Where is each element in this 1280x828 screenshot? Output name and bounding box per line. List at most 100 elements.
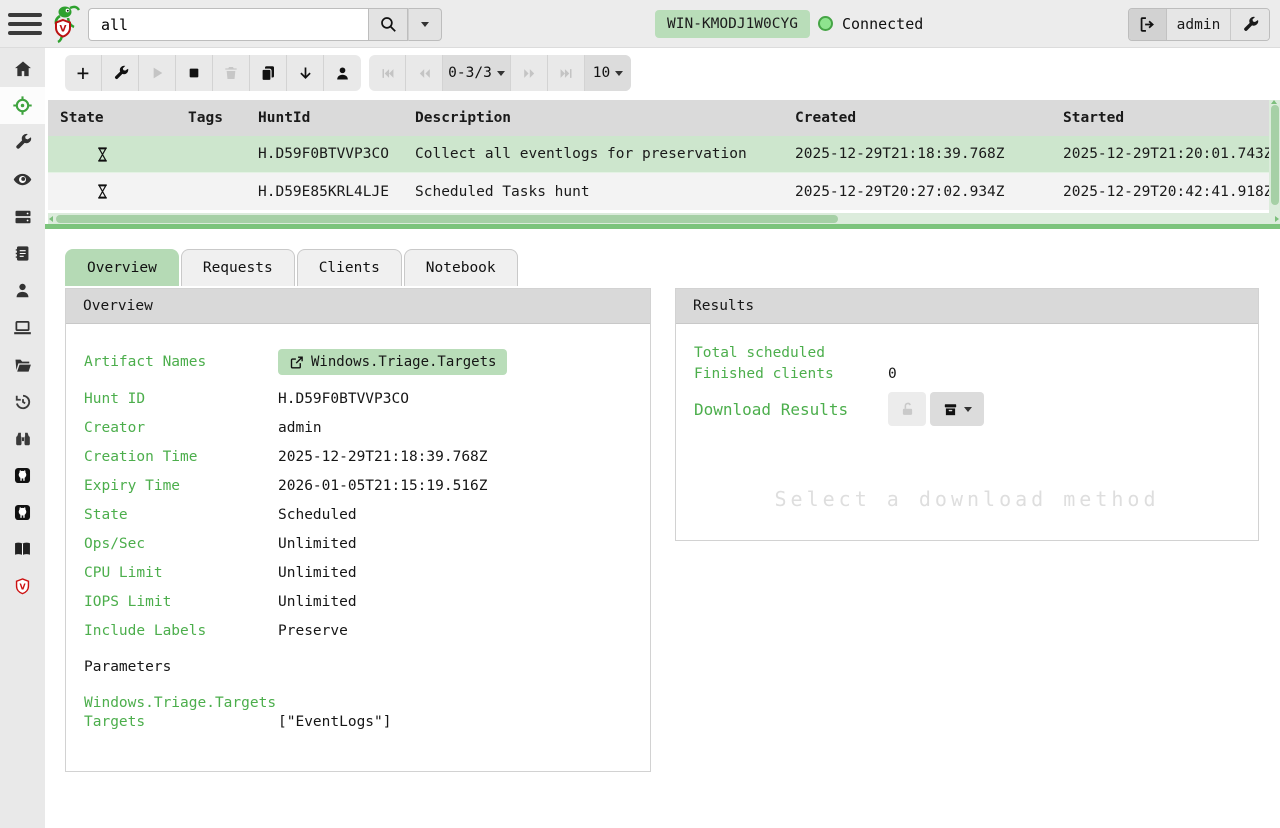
next-page-icon	[522, 66, 537, 81]
col-header-description[interactable]: Description	[403, 110, 783, 126]
cell-started: 2025-12-29T20:42:41.918Z	[1051, 184, 1269, 200]
run-hunt-button[interactable]	[139, 55, 176, 91]
caret-down-icon	[421, 22, 429, 27]
finished-clients-value: 0	[888, 366, 1240, 382]
search-button[interactable]	[368, 8, 408, 41]
field-value: Unlimited	[278, 594, 632, 610]
journal-icon	[13, 244, 32, 263]
svg-text:V: V	[19, 582, 26, 591]
table-bottom-divider	[45, 224, 1280, 229]
first-page-button[interactable]	[369, 55, 406, 91]
table-row[interactable]: H.D59F0BTVVP3CO Collect all eventlogs fo…	[48, 136, 1269, 173]
sidebar-item-documentation[interactable]	[0, 531, 45, 568]
sidebar-item-notebooks[interactable]	[0, 235, 45, 272]
caret-down-icon	[497, 71, 505, 76]
eye-icon	[12, 169, 33, 190]
field-value: Preserve	[278, 623, 632, 639]
tab-requests[interactable]: Requests	[181, 249, 295, 286]
download-placeholder-text: Select a download method	[676, 487, 1258, 511]
last-page-button[interactable]	[548, 55, 585, 91]
modify-hunt-button[interactable]	[102, 55, 139, 91]
assign-user-button[interactable]	[324, 55, 361, 91]
hourglass-icon	[94, 146, 111, 163]
table-row[interactable]: H.D59E85KRL4LJE Scheduled Tasks hunt 202…	[48, 173, 1269, 210]
field-value: H.D59F0BTVVP3CO	[278, 391, 632, 407]
password-protect-button[interactable]	[888, 392, 926, 426]
parameters-artifact-name: Windows.Triage.Targets	[84, 695, 632, 711]
tab-notebook[interactable]: Notebook	[404, 249, 518, 286]
sidebar-item-collected-artifacts[interactable]	[0, 346, 45, 383]
table-vertical-scrollbar[interactable]	[1269, 100, 1280, 225]
play-icon	[149, 65, 165, 81]
search-options-button[interactable]	[408, 8, 442, 41]
sidebar-item-server-artifacts[interactable]	[0, 124, 45, 161]
stop-hunt-button[interactable]	[176, 55, 213, 91]
page-range-dropdown[interactable]: 0-3/3	[443, 55, 511, 91]
col-header-tags[interactable]: Tags	[176, 110, 246, 126]
sidebar-item-client-events[interactable]	[0, 383, 45, 420]
hunt-actions-toolbar: +	[65, 55, 361, 91]
sidebar-item-hunt-manager[interactable]	[0, 87, 45, 124]
github-icon	[13, 503, 32, 522]
col-header-state[interactable]: State	[48, 110, 176, 126]
crosshair-icon	[12, 95, 33, 116]
logout-icon	[1138, 15, 1157, 34]
hunt-search-group	[88, 8, 442, 41]
hourglass-icon	[94, 183, 111, 200]
field-value: Scheduled	[278, 507, 632, 523]
top-bar: V WIN-KMODJ1W0CYG Connected admi	[0, 0, 1280, 48]
page-size-dropdown[interactable]: 10	[585, 55, 631, 91]
tab-clients[interactable]: Clients	[297, 249, 402, 286]
user-controls: admin	[1128, 8, 1270, 41]
search-input[interactable]	[88, 8, 368, 41]
user-settings-button[interactable]	[1231, 9, 1269, 40]
hamburger-menu-icon[interactable]	[8, 13, 42, 35]
cell-huntid: H.D59E85KRL4LJE	[246, 184, 403, 200]
sidebar-item-github-repo[interactable]	[0, 457, 45, 494]
plus-icon: +	[77, 61, 90, 85]
last-page-icon	[559, 66, 574, 81]
prev-page-button[interactable]	[406, 55, 443, 91]
sidebar-item-users[interactable]	[0, 272, 45, 309]
delete-hunt-button[interactable]	[213, 55, 250, 91]
sidebar-item-server-events[interactable]	[0, 161, 45, 198]
copy-hunt-button[interactable]	[250, 55, 287, 91]
sidebar-item-home[interactable]	[0, 50, 45, 87]
sidebar-item-github-docs[interactable]	[0, 494, 45, 531]
next-page-button[interactable]	[511, 55, 548, 91]
sidebar-item-clients[interactable]	[0, 309, 45, 346]
username-button[interactable]: admin	[1167, 9, 1231, 40]
unlock-icon	[899, 401, 916, 418]
sidebar-item-search[interactable]	[0, 420, 45, 457]
table-horizontal-scrollbar[interactable]	[48, 213, 1280, 224]
col-header-started[interactable]: Started	[1051, 110, 1269, 126]
external-link-icon	[289, 355, 304, 370]
field-value: admin	[278, 420, 632, 436]
hostname-badge[interactable]: WIN-KMODJ1W0CYG	[655, 10, 810, 38]
col-header-created[interactable]: Created	[783, 110, 1051, 126]
search-icon	[379, 15, 398, 34]
download-hunt-button[interactable]	[287, 55, 324, 91]
github-icon	[13, 466, 32, 485]
field-label: CPU Limit	[84, 565, 278, 581]
sidebar-item-velociraptor-about[interactable]: V	[0, 568, 45, 605]
parameters-title: Parameters	[84, 659, 632, 675]
new-hunt-button[interactable]: +	[65, 55, 102, 91]
cell-description: Scheduled Tasks hunt	[403, 184, 783, 200]
connected-status-icon	[818, 16, 833, 31]
user-icon	[13, 281, 32, 300]
caret-down-icon	[615, 71, 623, 76]
field-value: 2026-01-05T21:15:19.516Z	[278, 478, 632, 494]
tab-overview[interactable]: Overview	[65, 249, 179, 286]
prepare-download-button[interactable]	[930, 392, 984, 426]
field-label: Include Labels	[84, 623, 278, 639]
wrench-icon	[13, 133, 32, 152]
overview-panel-title: Overview	[66, 289, 650, 324]
artifact-badge[interactable]: Windows.Triage.Targets	[278, 349, 507, 375]
binoculars-icon	[13, 429, 33, 449]
wrench-icon	[112, 65, 129, 82]
sidebar-item-server-dashboard[interactable]	[0, 198, 45, 235]
col-header-huntid[interactable]: HuntId	[246, 110, 403, 126]
prev-page-icon	[417, 66, 432, 81]
logout-button[interactable]	[1129, 9, 1167, 40]
